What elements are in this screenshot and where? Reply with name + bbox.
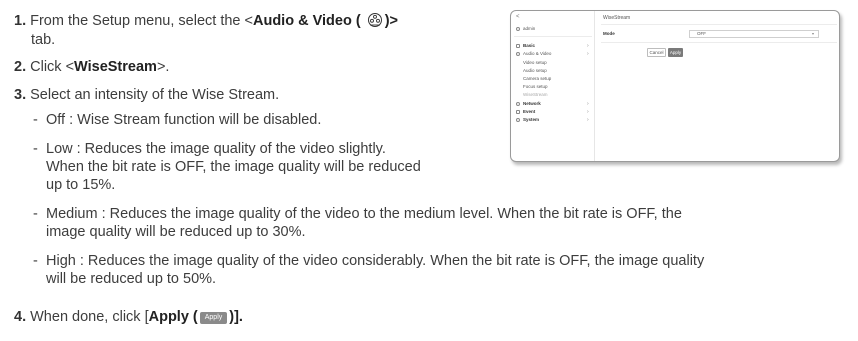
chevron-down-icon: ▾ xyxy=(812,31,815,36)
step-text-end: >. xyxy=(156,59,170,75)
step-close: )> xyxy=(384,13,398,29)
step-3: 3. Select an intensity of the Wise Strea… xyxy=(14,86,279,104)
option-medium-line-2: image quality will be reduced up to 30%. xyxy=(46,224,306,240)
mode-select-value: OFF xyxy=(697,31,706,36)
option-dash: - xyxy=(33,112,38,128)
chevron-right-icon: › xyxy=(587,117,589,123)
option-medium-line-1: Medium : Reduces the image quality of th… xyxy=(46,206,682,222)
option-off: Off : Wise Stream function will be disab… xyxy=(46,112,322,128)
step-number: 4. xyxy=(14,309,27,325)
cancel-button[interactable]: Cancel xyxy=(647,48,666,57)
network-icon xyxy=(516,102,520,106)
settings-main: WiseStream Mode OFF ▾ Cancel Apply xyxy=(595,11,839,161)
user-icon xyxy=(516,27,520,31)
step-text: Click < xyxy=(30,59,75,75)
mode-label: Mode xyxy=(603,31,615,36)
form-divider xyxy=(601,42,837,43)
user-name: admin xyxy=(523,26,536,31)
settings-screenshot: < admin Basic › Audio & Video › Video se… xyxy=(510,10,840,162)
step-menu-name: WiseStream xyxy=(74,59,157,75)
option-high-line-1: High : Reduces the image quality of the … xyxy=(46,253,705,269)
step-4: 4. When done, click [Apply (Apply)]. xyxy=(14,308,243,326)
sidebar-item-event[interactable]: Event xyxy=(523,109,535,115)
sidebar-item-system[interactable]: System xyxy=(523,117,539,123)
chevron-right-icon: › xyxy=(587,109,589,115)
option-low-line-3: up to 15%. xyxy=(46,177,116,193)
sidebar-subitem-camera-setup[interactable]: Camera setup xyxy=(523,76,551,82)
chevron-right-icon: › xyxy=(587,43,589,49)
step-menu-name: Audio & Video ( xyxy=(252,13,361,29)
event-icon xyxy=(516,110,520,114)
option-low-line-1: Low : Reduces the image quality of the v… xyxy=(46,141,386,157)
chevron-down-icon: › xyxy=(587,51,589,57)
mode-select[interactable]: OFF ▾ xyxy=(689,30,819,38)
sidebar-item-audio-video[interactable]: Audio & Video xyxy=(523,51,551,57)
page-title: WiseStream xyxy=(603,15,631,21)
apply-button[interactable]: Apply xyxy=(668,48,683,57)
step-text: Select an intensity of the Wise Stream. xyxy=(30,87,280,103)
sidebar-subitem-wisestream[interactable]: WiseStream xyxy=(523,92,548,98)
option-dash: - xyxy=(33,206,38,222)
option-dash: - xyxy=(33,253,38,269)
option-high-line-2: will be reduced up to 50%. xyxy=(46,271,217,287)
sidebar-subitem-focus-setup[interactable]: Focus setup xyxy=(523,84,548,90)
chevron-right-icon: › xyxy=(587,101,589,107)
audio-video-icon xyxy=(516,52,520,56)
sidebar-divider xyxy=(514,36,592,37)
step-number: 3. xyxy=(14,87,27,103)
manual-page: 1. From the Setup menu, select the <Audi… xyxy=(0,0,858,341)
step-number: 2. xyxy=(14,59,27,75)
title-divider xyxy=(601,24,837,25)
sidebar-item-basic[interactable]: Basic xyxy=(523,43,535,49)
sidebar-subitem-audio-setup[interactable]: Audio setup xyxy=(523,68,547,74)
basic-icon xyxy=(516,44,520,48)
step-2: 2. Click <WiseStream>. xyxy=(14,58,169,76)
step-close: )]. xyxy=(229,309,243,325)
step-1: 1. From the Setup menu, select the <Audi… xyxy=(14,12,398,30)
option-low-line-2: When the bit rate is OFF, the image qual… xyxy=(46,159,421,175)
step-1-line-2: tab. xyxy=(31,32,56,48)
step-button-name: Apply ( xyxy=(148,309,198,325)
audio-video-icon xyxy=(367,13,382,27)
system-icon xyxy=(516,118,520,122)
apply-button-illustration: Apply xyxy=(199,312,228,324)
settings-sidebar: < admin Basic › Audio & Video › Video se… xyxy=(511,11,595,161)
sidebar-item-network[interactable]: Network xyxy=(523,101,541,107)
step-text: When done, click [ xyxy=(30,309,149,325)
step-text: From the Setup menu, select the < xyxy=(30,13,253,29)
back-icon[interactable]: < xyxy=(516,14,520,20)
sidebar-subitem-video-setup[interactable]: Video setup xyxy=(523,60,547,66)
option-dash: - xyxy=(33,141,38,157)
step-number: 1. xyxy=(14,13,27,29)
